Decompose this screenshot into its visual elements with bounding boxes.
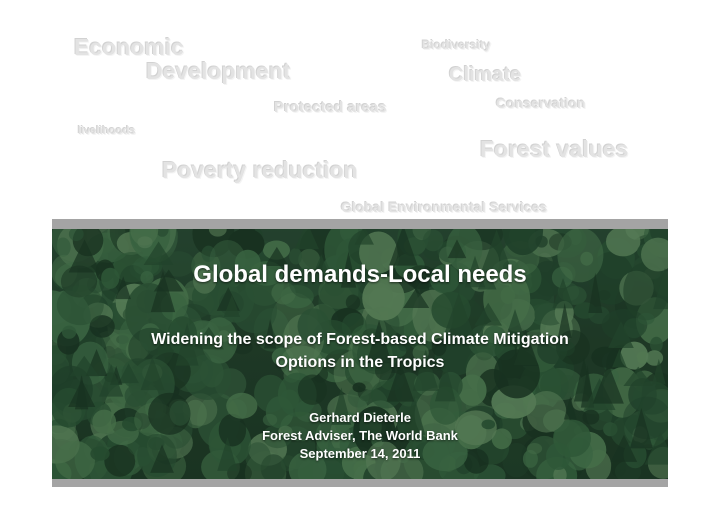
title-banner: Global demands-Local needs Widening the … [52, 219, 668, 487]
word-economic: Economic [74, 34, 184, 60]
word-livelihoods: livelihoods [78, 125, 136, 137]
word-global-environmental-services: Global Environmental Services [341, 199, 548, 215]
slide-title: Global demands-Local needs [193, 261, 527, 288]
forest-photo: Global demands-Local needs Widening the … [52, 229, 668, 479]
author-role: Forest Adviser, The World Bank [262, 428, 458, 443]
word-protected-areas: Protected areas [274, 99, 387, 116]
slide-subtitle: Widening the scope of Forest-based Clima… [52, 328, 668, 374]
word-poverty-reduction: Poverty reduction [162, 157, 358, 183]
presentation-date: September 14, 2011 [299, 446, 421, 461]
word-forest-values: Forest values [480, 136, 629, 162]
author-name: Gerhard Dieterle [309, 410, 411, 425]
word-biodiversity: Biodiversity [422, 38, 491, 52]
author-block: Gerhard Dieterle Forest Adviser, The Wor… [52, 409, 668, 463]
word-conservation: Conservation [496, 95, 586, 111]
subtitle-line-2: Options in the Tropics [275, 354, 445, 371]
word-development: Development [146, 58, 291, 84]
word-climate: Climate [449, 64, 522, 86]
subtitle-line-1: Widening the scope of Forest-based Clima… [151, 331, 569, 348]
